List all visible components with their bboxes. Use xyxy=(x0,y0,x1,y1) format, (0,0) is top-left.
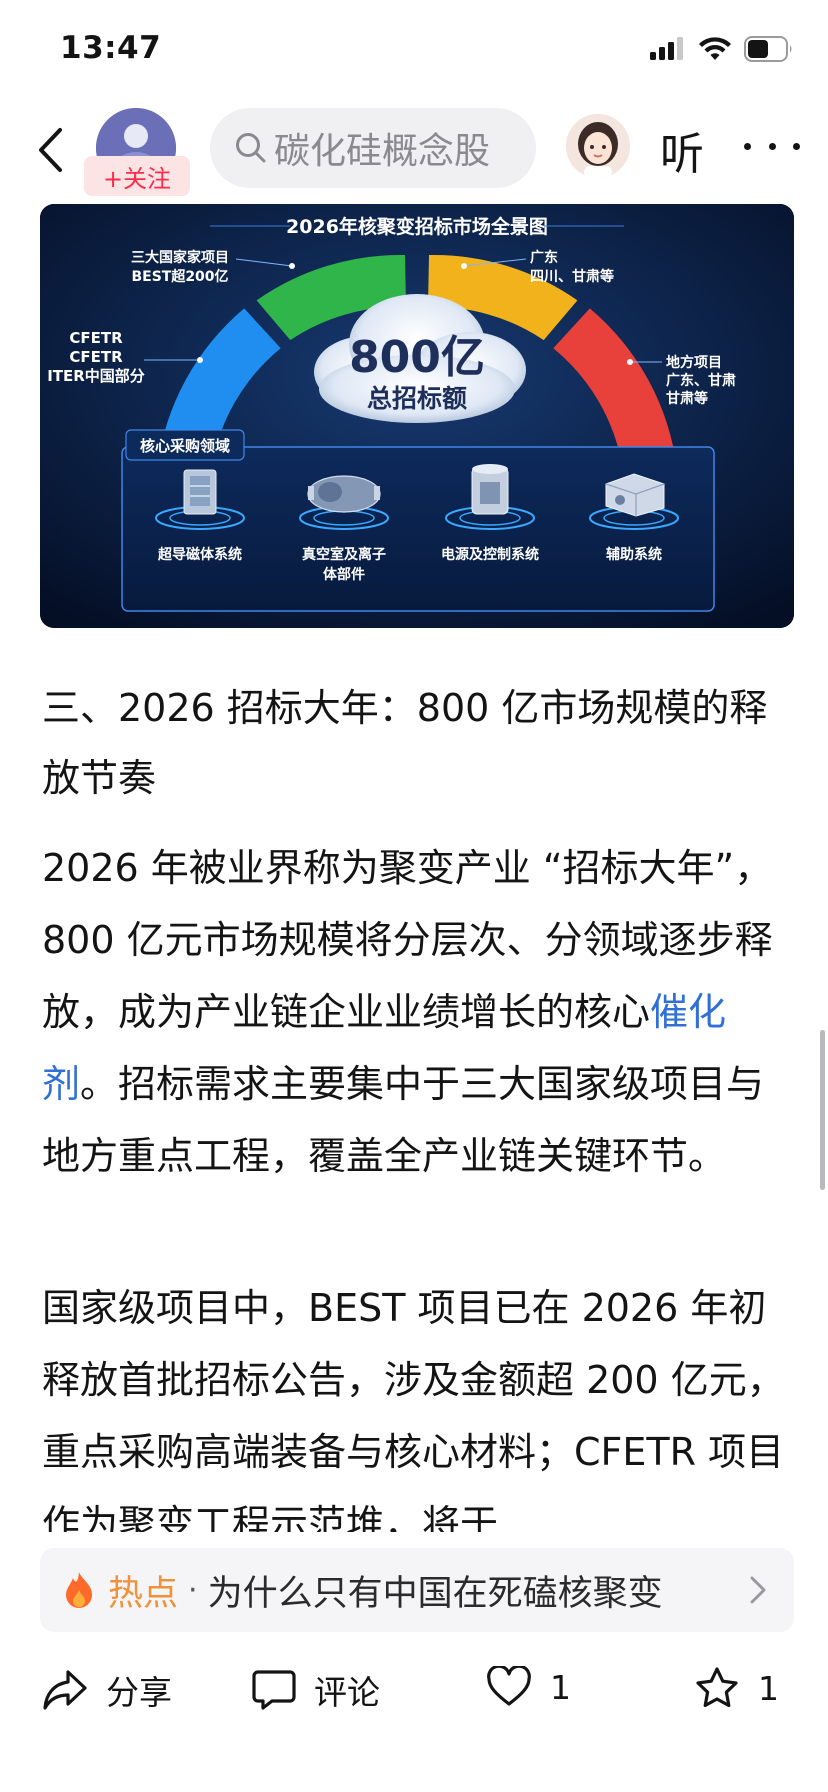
comment-button[interactable]: 评论 xyxy=(252,1666,380,1714)
top-right-label-1: 广东 xyxy=(530,249,558,266)
infographic-title: 2026年核聚变招标市场全景图 xyxy=(286,215,548,238)
cellular-signal-icon xyxy=(650,37,683,60)
hot-topic-bar[interactable]: 热点 · 为什么只有中国在死磕核聚变 xyxy=(40,1548,794,1632)
center-label: 总招标额 xyxy=(367,384,467,413)
item-label-2b: 体部件 xyxy=(323,566,365,583)
chevron-right-icon xyxy=(750,1576,766,1604)
article-paragraph-1: 2026 年被业界称为聚变产业 “招标大年”，800 亿元市场规模将分层次、分领… xyxy=(42,832,794,1192)
article-paragraph-2: 国家级项目中，BEST 项目已在 2026 年初释放首批招标公告，涉及金额超 2… xyxy=(42,1286,785,1532)
heart-icon xyxy=(487,1666,531,1706)
assistant-avatar[interactable] xyxy=(566,114,630,178)
paragraph-1-text-end: 。招标需求主要集中于三大国家级项目与地方重点工程，覆盖全产业链关键环节。 xyxy=(42,1062,765,1178)
left-label-3: ITER中国部分 xyxy=(47,367,145,385)
author-avatar-group[interactable]: +关注 xyxy=(84,108,190,196)
top-right-label-2: 四川、甘肃等 xyxy=(530,268,614,285)
follow-button[interactable]: +关注 xyxy=(84,156,190,196)
wifi-icon xyxy=(699,37,731,60)
comment-icon xyxy=(252,1670,296,1710)
right-label-3: 甘肃等 xyxy=(666,390,708,407)
more-options-button[interactable] xyxy=(744,126,800,166)
favorite-count: 1 xyxy=(758,1668,779,1708)
top-left-label-2: BEST超200亿 xyxy=(131,268,228,285)
assistant-avatar-image xyxy=(566,114,630,178)
more-dot-icon xyxy=(768,142,776,150)
top-left-label-1: 三大国家家项目 xyxy=(131,249,229,266)
share-icon xyxy=(43,1670,87,1710)
search-bar[interactable]: 碳化硅概念股 xyxy=(210,108,536,188)
search-query-text: 碳化硅概念股 xyxy=(274,131,491,172)
hot-topic-text: 为什么只有中国在死磕核聚变 xyxy=(207,1573,663,1614)
left-label-1: CFETR xyxy=(69,329,123,347)
item-label-2a: 真空室及离子 xyxy=(302,546,386,563)
back-button[interactable] xyxy=(30,122,70,178)
section-heading: 三、2026 招标大年：800 亿市场规模的释放节奏 xyxy=(42,686,768,800)
more-dot-icon xyxy=(744,142,751,150)
article-image[interactable]: 2026年核聚变招标市场全景图 800亿 总招标额 CFETR CFETR IT… xyxy=(40,204,794,628)
core-procurement-title: 核心采购领域 xyxy=(140,437,230,455)
comment-label: 评论 xyxy=(314,1673,380,1712)
fusion-market-infographic: 2026年核聚变招标市场全景图 800亿 总招标额 CFETR CFETR IT… xyxy=(40,204,794,628)
listen-button[interactable]: 听 xyxy=(660,118,704,182)
status-bar: 13:47 xyxy=(0,0,828,100)
battery-icon xyxy=(744,36,792,62)
star-icon xyxy=(696,1667,738,1708)
center-value: 800亿 xyxy=(349,332,485,383)
status-time: 13:47 xyxy=(60,30,162,66)
bottom-action-bar: 分享 评论 1 1 xyxy=(0,1640,828,1740)
item-label-3: 电源及控制系统 xyxy=(441,546,539,563)
share-button[interactable]: 分享 xyxy=(42,1666,172,1714)
chevron-left-icon xyxy=(39,128,62,172)
status-icons xyxy=(650,36,794,62)
hot-separator: · xyxy=(188,1572,198,1608)
like-count: 1 xyxy=(550,1667,571,1707)
item-label-1: 超导磁体系统 xyxy=(157,546,242,563)
hot-label: 热点 xyxy=(108,1573,179,1614)
right-label-1: 地方项目 xyxy=(666,354,722,371)
favorite-button[interactable]: 1 xyxy=(694,1666,779,1710)
fire-icon xyxy=(66,1572,92,1608)
scrollbar[interactable] xyxy=(820,1030,825,1190)
right-label-2: 广东、甘肃 xyxy=(666,372,736,389)
more-dot-icon xyxy=(793,142,800,150)
search-icon xyxy=(236,133,266,163)
like-button[interactable]: 1 xyxy=(486,1666,571,1708)
item-label-4: 辅助系统 xyxy=(606,546,662,563)
nav-bar: +关注 碳化硅概念股 听 xyxy=(0,100,828,200)
share-label: 分享 xyxy=(106,1673,172,1712)
left-label-2: CFETR xyxy=(69,348,123,366)
